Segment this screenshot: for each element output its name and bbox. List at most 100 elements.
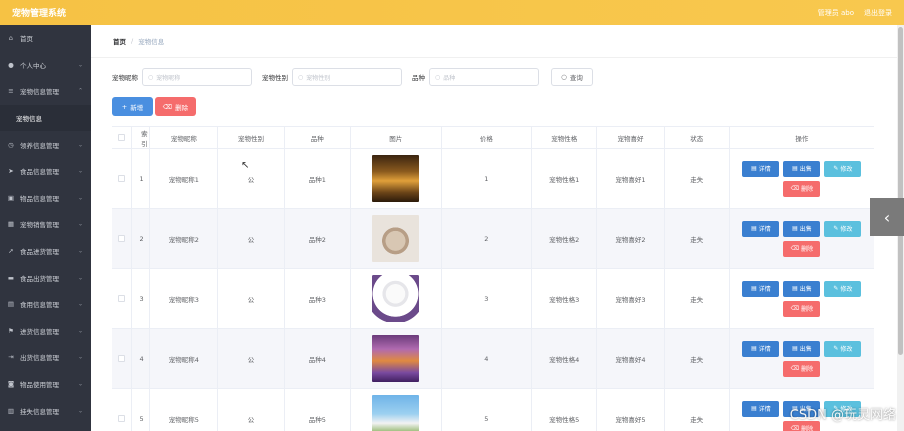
sex-search-input[interactable]: ○ 宠物性别 bbox=[292, 68, 402, 86]
sidebar-subitem-pet-info[interactable]: 宠物信息 bbox=[0, 104, 91, 132]
sidebar-item-label: 领养信息管理 bbox=[20, 141, 59, 150]
chevron-up-icon: ⌃ bbox=[77, 87, 83, 95]
detail-button[interactable]: ▤ 详情 bbox=[742, 160, 780, 177]
cell-price: 3 bbox=[442, 269, 533, 328]
row-checkbox[interactable] bbox=[117, 355, 125, 362]
sidebar-item-lost[interactable]: ▥ 挂失信息管理 ⌄ bbox=[0, 397, 91, 424]
cell-name: 宠物昵称5 bbox=[150, 389, 219, 431]
cell-price: 4 bbox=[442, 329, 533, 388]
add-label: 新增 bbox=[130, 103, 144, 112]
sell-button[interactable]: ▤ 出售 bbox=[783, 280, 821, 297]
header-breed: 品种 bbox=[285, 127, 351, 148]
delete-button[interactable]: ⌫ 删除 bbox=[783, 300, 821, 317]
breadcrumb-home[interactable]: 首页 bbox=[113, 36, 126, 46]
cell-index: 2 bbox=[132, 209, 151, 268]
add-button[interactable]: + 新增 bbox=[112, 97, 153, 116]
chevron-down-icon: ⌄ bbox=[77, 380, 83, 388]
detail-button[interactable]: ▤ 详情 bbox=[742, 340, 780, 357]
row-checkbox-cell bbox=[112, 389, 132, 431]
sell-label: 出售 bbox=[799, 226, 812, 233]
breadcrumb-current: 宠物信息 bbox=[138, 38, 165, 46]
edit-button[interactable]: ✎ 修改 bbox=[824, 220, 862, 237]
plus-icon: + bbox=[121, 102, 128, 111]
search-icon: ○ bbox=[561, 73, 567, 81]
cell-index: 4 bbox=[132, 329, 151, 388]
bag-icon: ◙ bbox=[7, 380, 15, 389]
sidebar-item-stock-out[interactable]: ⇥ 出货信息管理 ⌄ bbox=[0, 344, 91, 371]
delete-label: 删除 bbox=[801, 306, 814, 313]
sidebar-item-profile[interactable]: ● 个人中心 ⌄ bbox=[0, 52, 91, 79]
header-checkbox-cell bbox=[112, 127, 132, 148]
cell-breed: 品种1 bbox=[285, 149, 351, 208]
sidebar-item-food-purchase[interactable]: ➚ 食品进货管理 ⌄ bbox=[0, 238, 91, 265]
user-label[interactable]: 管理员 abo bbox=[818, 8, 854, 18]
select-all-checkbox[interactable] bbox=[117, 134, 125, 141]
trash-icon: ⌫ bbox=[790, 365, 800, 372]
sidebar-item-home[interactable]: ⌂ 首页 bbox=[0, 25, 91, 52]
sidebar-item-food-out[interactable]: ▬ 食品出货管理 ⌄ bbox=[0, 264, 91, 291]
sidebar-item-label: 宠物信息 bbox=[16, 115, 42, 124]
detail-icon: ▤ bbox=[751, 165, 757, 172]
name-label: 宠物昵称 bbox=[112, 74, 138, 82]
row-checkbox[interactable] bbox=[117, 415, 125, 422]
sell-label: 出售 bbox=[799, 346, 812, 353]
detail-button[interactable]: ▤ 详情 bbox=[742, 400, 780, 417]
chevron-down-icon: ⌄ bbox=[77, 300, 83, 308]
cell-status: 走失 bbox=[665, 209, 730, 268]
app-title: 宠物管理系统 bbox=[12, 9, 67, 19]
delete-label: 删除 bbox=[801, 186, 814, 193]
sidebar-item-pet-sales[interactable]: ▦ 宠物销售管理 ⌄ bbox=[0, 211, 91, 238]
sidebar-item-food-info[interactable]: ➤ 食品信息管理 ⌄ bbox=[0, 158, 91, 185]
batch-delete-button[interactable]: ⌫ 删除 bbox=[155, 97, 196, 116]
sidebar: ⌂ 首页 ● 个人中心 ⌄ ≡ 宠物信息管理 ⌃ 宠物信息 ◷ 领养信息管理 ⌄ ➤ 食品信息管… bbox=[0, 25, 91, 431]
cell-sex: 公 bbox=[218, 389, 285, 431]
delete-button[interactable]: ⌫ 删除 bbox=[783, 360, 821, 377]
row-checkbox[interactable] bbox=[117, 235, 125, 242]
search-icon: ○ bbox=[148, 73, 154, 81]
delete-button[interactable]: ⌫ 删除 bbox=[783, 180, 821, 197]
logout-button[interactable]: 退出登录 bbox=[864, 8, 892, 18]
sidebar-item-pet-info-mgmt[interactable]: ≡ 宠物信息管理 ⌃ bbox=[0, 78, 91, 105]
sidebar-item-adopt-mgmt[interactable]: ◷ 领养信息管理 ⌄ bbox=[0, 131, 91, 158]
delete-button[interactable]: ⌫ 删除 bbox=[783, 240, 821, 257]
breed-search-input[interactable]: ○ 品种 bbox=[429, 68, 539, 86]
header-price: 价格 bbox=[442, 127, 533, 148]
sell-icon: ▤ bbox=[792, 345, 798, 352]
name-search-input[interactable]: ○ 宠物昵称 bbox=[142, 68, 252, 86]
sidebar-item-eat-info[interactable]: ▤ 食用信息管理 ⌄ bbox=[0, 291, 91, 318]
edit-button[interactable]: ✎ 修改 bbox=[824, 160, 862, 177]
table-row: 1 宠物昵称1 公 品种1 1 宠物性格1 宠物喜好1 走失 ▤ 详情 ▤ 出售 ✎… bbox=[112, 149, 874, 209]
row-checkbox[interactable] bbox=[117, 175, 125, 182]
watermark: CSDN @玩灵网络 bbox=[789, 408, 896, 423]
sidebar-item-stock-in[interactable]: ⚑ 进货信息管理 ⌄ bbox=[0, 318, 91, 345]
query-button[interactable]: ○ 查询 bbox=[551, 68, 593, 86]
sell-button[interactable]: ▤ 出售 bbox=[783, 160, 821, 177]
edit-label: 修改 bbox=[840, 226, 853, 233]
cell-hobby: 宠物喜好1 bbox=[597, 149, 665, 208]
side-collapse-button[interactable]: ‹ bbox=[870, 198, 904, 236]
row-checkbox[interactable] bbox=[117, 295, 125, 302]
scrollbar-thumb[interactable] bbox=[898, 27, 903, 355]
sidebar-item-goods-info[interactable]: ▣ 物品信息管理 ⌄ bbox=[0, 185, 91, 212]
sidebar-item-goods-use[interactable]: ◙ 物品使用管理 ⌄ bbox=[0, 371, 91, 398]
sell-button[interactable]: ▤ 出售 bbox=[783, 340, 821, 357]
detail-label: 详情 bbox=[758, 226, 771, 233]
flag-icon: ⚑ bbox=[8, 326, 14, 335]
detail-button[interactable]: ▤ 详情 bbox=[742, 220, 780, 237]
header-operations: 操作 bbox=[795, 134, 809, 143]
cell-sex: 公 bbox=[218, 269, 285, 328]
sell-button[interactable]: ▤ 出售 bbox=[783, 220, 821, 237]
chevron-down-icon: ⌄ bbox=[77, 220, 83, 228]
pet-image bbox=[372, 395, 420, 431]
cell-price: 1 bbox=[442, 149, 533, 208]
sidebar-item-label: 物品信息管理 bbox=[20, 194, 59, 203]
name-placeholder: 宠物昵称 bbox=[156, 74, 181, 82]
detail-label: 详情 bbox=[758, 166, 771, 173]
edit-button[interactable]: ✎ 修改 bbox=[824, 280, 862, 297]
cell-index: 3 bbox=[132, 269, 151, 328]
cell-status: 走失 bbox=[665, 389, 730, 431]
sidebar-item-label: 食用信息管理 bbox=[20, 301, 59, 310]
edit-button[interactable]: ✎ 修改 bbox=[824, 340, 862, 357]
detail-label: 详情 bbox=[758, 406, 771, 413]
detail-button[interactable]: ▤ 详情 bbox=[742, 280, 780, 297]
